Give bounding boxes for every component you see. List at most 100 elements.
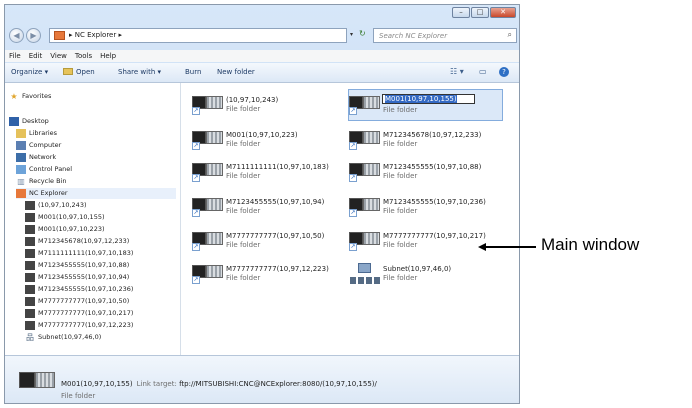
- details-link-label: Link target:: [136, 380, 177, 388]
- nav-child[interactable]: M712345678(10,97,12,233): [25, 236, 129, 247]
- nav-child[interactable]: M7123455555(10,97,10,88): [25, 260, 129, 271]
- nav-child-label: M712345678(10,97,12,233): [38, 237, 130, 245]
- help-icon[interactable]: ?: [499, 67, 509, 77]
- organize-button[interactable]: Organize ▾: [11, 68, 48, 76]
- refresh-icon[interactable]: ↻: [359, 29, 366, 38]
- folder-name: M7777777777(10,97,10,217): [383, 232, 486, 240]
- nav-nc-explorer[interactable]: NC Explorer: [16, 188, 176, 199]
- minimize-button[interactable]: –: [452, 7, 470, 18]
- folder-tile[interactable]: ↗ M712345678(10,97,12,233) File folder: [349, 126, 499, 156]
- details-link-target: ftp://MITSUBISHI:CNC@NCExplorer:8080/(10…: [179, 380, 377, 388]
- folder-name: (10,97,10,243): [226, 96, 279, 104]
- nav-network-label: Network: [29, 153, 57, 161]
- nav-child-label: M7123455555(10,97,10,88): [38, 261, 130, 269]
- nav-child[interactable]: M001(10,97,10,223): [25, 224, 105, 235]
- menu-help[interactable]: Help: [100, 50, 116, 62]
- control-panel-icon: [16, 165, 26, 174]
- address-path[interactable]: ▸ NC Explorer ▸: [69, 31, 122, 39]
- views-icon[interactable]: ☷ ▾: [450, 67, 464, 76]
- folder-tile[interactable]: Subnet(10,97,46,0) File folder: [349, 260, 499, 290]
- address-dropdown-icon[interactable]: ▾: [350, 31, 353, 38]
- folder-tile[interactable]: ↗ M7111111111(10,97,10,183) File folder: [192, 158, 342, 188]
- forward-button[interactable]: ▶: [26, 28, 41, 43]
- nav-favorites[interactable]: ★ Favorites: [9, 91, 51, 102]
- cnc-icon: [25, 225, 35, 234]
- search-icon[interactable]: ⌕: [508, 30, 512, 40]
- cnc-machine-icon: ↗: [349, 198, 380, 218]
- nav-child-label: M001(10,97,10,155): [38, 213, 105, 221]
- path-segment[interactable]: NC Explorer: [75, 31, 117, 39]
- cnc-machine-icon: ↗: [349, 163, 380, 183]
- folder-type: File folder: [226, 241, 261, 249]
- cnc-machine-icon: ↗: [192, 96, 223, 116]
- nav-computer-label: Computer: [29, 141, 62, 149]
- nav-child-label: Subnet(10,97,46,0): [38, 333, 102, 341]
- preview-pane-icon[interactable]: ▭: [479, 67, 487, 76]
- nav-control-panel[interactable]: Control Panel: [16, 164, 72, 175]
- nav-child[interactable]: M7777777777(10,97,10,217): [25, 308, 133, 319]
- maximize-button[interactable]: □: [471, 7, 489, 18]
- nav-child[interactable]: M7123455555(10,97,10,94): [25, 272, 129, 283]
- details-type: File folder: [61, 392, 96, 400]
- nav-child[interactable]: (10,97,10,243): [25, 200, 87, 211]
- nav-recycle-bin[interactable]: ▥ Recycle Bin: [16, 176, 66, 187]
- nav-child[interactable]: M7123455555(10,97,10,236): [25, 284, 133, 295]
- recycle-bin-icon: ▥: [17, 177, 25, 186]
- open-button[interactable]: Open: [63, 68, 95, 76]
- burn-button[interactable]: Burn: [185, 68, 201, 76]
- folder-tile[interactable]: ↗ M7777777777(10,97,12,223) File folder: [192, 260, 342, 290]
- file-list: ↗ (10,97,10,243) File folder ↗ M001(10,9…: [181, 83, 519, 355]
- command-bar: Organize ▾ Open Share with ▾ Burn New fo…: [5, 63, 519, 83]
- nav-child[interactable]: M7111111111(10,97,10,183): [25, 248, 133, 259]
- search-input[interactable]: Search NC Explorer ⌕: [373, 28, 517, 43]
- cnc-icon: [25, 309, 35, 318]
- folder-tile-selected[interactable]: ↗ M001(10,97,10,155) File folder: [348, 89, 503, 121]
- back-button[interactable]: ◀: [9, 28, 24, 43]
- folder-tile[interactable]: ↗ M001(10,97,10,223) File folder: [192, 126, 342, 156]
- menu-file[interactable]: File: [9, 50, 21, 62]
- rename-text: M001(10,97,10,155): [385, 95, 457, 103]
- nav-child-label: M7123455555(10,97,10,236): [38, 285, 134, 293]
- caption-buttons: – □ ✕: [452, 7, 516, 18]
- cnc-icon: [25, 237, 35, 246]
- address-bar[interactable]: ▸ NC Explorer ▸: [49, 28, 347, 43]
- folder-tile[interactable]: ↗ (10,97,10,243) File folder: [192, 91, 342, 121]
- nav-child[interactable]: M001(10,97,10,155): [25, 212, 105, 223]
- cnc-icon: [25, 285, 35, 294]
- path-separator-icon: ▸: [69, 31, 73, 39]
- rename-field[interactable]: M001(10,97,10,155): [382, 94, 476, 104]
- cnc-icon: [25, 261, 35, 270]
- cnc-machine-icon: ↗: [349, 131, 380, 151]
- folder-tile[interactable]: ↗ M7777777777(10,97,10,50) File folder: [192, 227, 342, 257]
- folder-name: M7777777777(10,97,10,50): [226, 232, 325, 240]
- open-label: Open: [76, 68, 95, 76]
- nav-child[interactable]: 品 Subnet(10,97,46,0): [25, 332, 101, 343]
- navigation-pane: ★ Favorites Desktop Libraries Computer N…: [5, 83, 181, 355]
- explorer-window: – □ ✕ ◀ ▶ ▸ NC Explorer ▸ ▾ ↻ Search NC …: [4, 4, 520, 404]
- nav-desktop-label: Desktop: [22, 117, 49, 125]
- folder-tile[interactable]: ↗ M7123455555(10,97,10,88) File folder: [349, 158, 499, 188]
- nav-desktop[interactable]: Desktop: [9, 116, 49, 127]
- folder-tile[interactable]: ↗ M7123455555(10,97,10,236) File folder: [349, 193, 499, 223]
- folder-tile[interactable]: ↗ M7123455555(10,97,10,94) File folder: [192, 193, 342, 223]
- menu-tools[interactable]: Tools: [75, 50, 92, 62]
- new-folder-button[interactable]: New folder: [217, 68, 255, 76]
- details-name: M001(10,97,10,155): [61, 380, 133, 388]
- nav-child[interactable]: M7777777777(10,97,12,223): [25, 320, 133, 331]
- close-button[interactable]: ✕: [490, 7, 516, 18]
- subnet-icon: [350, 263, 380, 285]
- menu-edit[interactable]: Edit: [29, 50, 43, 62]
- nav-libraries[interactable]: Libraries: [16, 128, 57, 139]
- nav-network[interactable]: Network: [16, 152, 56, 163]
- folder-type: File folder: [226, 140, 261, 148]
- folder-name: M7777777777(10,97,12,223): [226, 265, 329, 273]
- folder-type: File folder: [383, 172, 418, 180]
- share-with-button[interactable]: Share with ▾: [118, 68, 161, 76]
- subnet-icon: 品: [26, 333, 34, 342]
- computer-icon: [16, 141, 26, 150]
- folder-tile[interactable]: ↗ M7777777777(10,97,10,217) File folder: [349, 227, 499, 257]
- nav-computer[interactable]: Computer: [16, 140, 61, 151]
- nav-child[interactable]: M7777777777(10,97,10,50): [25, 296, 129, 307]
- menu-view[interactable]: View: [50, 50, 67, 62]
- cnc-icon: [25, 201, 35, 210]
